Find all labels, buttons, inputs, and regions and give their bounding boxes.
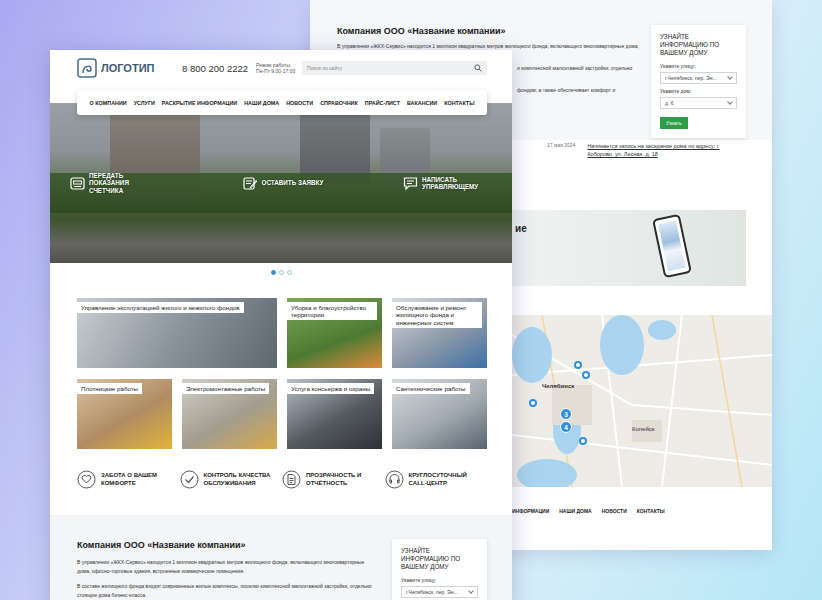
services-grid: Управление эксплуатацией жилого и нежило…: [50, 298, 512, 449]
logo[interactable]: ЛОГОТИП: [77, 58, 182, 78]
service-card[interactable]: Обслуживание и ремонт жилищного фонда и …: [392, 298, 487, 368]
street-select[interactable]: г.Челябинск, пер. Эн...: [660, 72, 737, 84]
site-header: ЛОГОТИП8 800 200 2222 Режим работы:Пн-Пт …: [50, 50, 512, 86]
nav-item[interactable]: РАСКРЫТИЕ ИНФОРМАЦИИ: [162, 100, 237, 106]
front-page-mockup: ЛОГОТИП8 800 200 2222 Режим работы:Пн-Пт …: [50, 50, 512, 600]
carousel-dot[interactable]: [279, 270, 284, 275]
map-cluster[interactable]: 4: [560, 421, 572, 433]
street-label: Укажите улицу:: [401, 577, 478, 583]
map-city-label: Челябинск: [542, 383, 574, 389]
service-card[interactable]: Услуга консьержа и охраны: [287, 379, 382, 449]
quality-icon: [180, 470, 199, 489]
house-form: УЗНАЙТЕ ИНФОРМАЦИЮ ПО ВАШЕМУ ДОМУ Укажите…: [651, 25, 746, 138]
presentation-stage: Компания ООО «Название компании» В управл…: [0, 0, 822, 600]
footer-nav-item[interactable]: НАШИ ДОМА: [559, 508, 591, 514]
nav-item[interactable]: КОНТАКТЫ: [444, 100, 474, 106]
main-nav: О КОМПАНИИ УСЛУГИ РАСКРЫТИЕ ИНФОРМАЦИИ НАШИ…: [77, 90, 487, 115]
nav-item[interactable]: СПРАВОЧНИК: [320, 100, 358, 106]
house-form-title: УЗНАЙТЕ ИНФОРМАЦИЮ ПО ВАШЕМУ ДОМУ: [660, 33, 737, 57]
hero-action[interactable]: НАПИСАТЬ УПРАВЛЯЮЩЕМУ: [403, 176, 496, 191]
footer-nav-item[interactable]: КОНТАКТЫ: [637, 508, 665, 514]
phone-number[interactable]: 8 800 200 2222: [182, 63, 248, 74]
feature-item: ПРОЗРАЧНОСТЬ И ОТЧЁТНОСТЬ: [282, 470, 385, 489]
about-title: Компания ООО «Название компании»: [337, 25, 651, 37]
service-card[interactable]: Электромонтажные работы: [182, 379, 277, 449]
houses-map[interactable]: Челябинск Копейск 34: [512, 315, 772, 487]
nav-item[interactable]: О КОМПАНИИ: [90, 100, 127, 106]
features-row: ЗАБОТА О ВАШЕМ КОМФОРТЕКОНТРОЛЬ КАЧЕСТВА…: [50, 470, 512, 489]
hero-banner: ПЕРЕДАТЬ ПОКАЗАНИЯ СЧЕТЧИКА ОСТАВИТЬ ЗАЯВ…: [50, 103, 512, 263]
street-label: Укажите улицу:: [660, 63, 737, 69]
house-select[interactable]: д. 6: [660, 97, 737, 109]
report-icon: [282, 470, 301, 489]
map-pin-icon[interactable]: [574, 361, 582, 369]
chevron-icon: [468, 588, 474, 594]
hero-action[interactable]: ПЕРЕДАТЬ ПОКАЗАНИЯ СЧЕТЧИКА: [70, 172, 163, 195]
carousel-dots: [50, 263, 512, 281]
nav-item[interactable]: НОВОСТИ: [286, 100, 313, 106]
hero-action[interactable]: ОСТАВИТЬ ЗАЯВКУ: [243, 176, 324, 191]
footer-nav-item[interactable]: ИНФОРМАЦИИ: [512, 508, 549, 514]
map-pin-icon[interactable]: [529, 399, 537, 407]
about-paragraph: В составе жилищного фонда входят совреме…: [77, 582, 376, 599]
feature-item: КРУГЛОСУТОЧНЫЙ CALL-ЦЕНТР: [385, 470, 488, 489]
find-button[interactable]: Узнать: [660, 117, 688, 129]
meter-icon: [70, 176, 85, 191]
feature-item: КОНТРОЛЬ КАЧЕСТВА ОБСЛУЖИВАНИЯ: [180, 470, 283, 489]
carousel-dot[interactable]: [287, 270, 292, 275]
message-icon: [403, 176, 418, 191]
house-form: УЗНАЙТЕ ИНФОРМАЦИЮ ПО ВАШЕМУ ДОМУ Укажите…: [392, 539, 487, 600]
logo-icon: [77, 58, 97, 78]
about-paragraph: В управлении «ЖКХ-Сервис» находится 1 ми…: [77, 558, 376, 575]
footer-nav-item[interactable]: НОВОСТИ: [602, 508, 627, 514]
phone-photo: [652, 214, 692, 279]
carousel-dot[interactable]: [271, 270, 276, 275]
search-icon: [474, 64, 482, 72]
nav-item[interactable]: УСЛУГИ: [134, 100, 155, 106]
work-hours: Режим работы:Пн-Пт 9:00-17:00: [256, 62, 295, 75]
nav-item[interactable]: ПРАЙС-ЛИСТ: [365, 100, 400, 106]
news-date: 17 мая 2024: [547, 142, 575, 210]
app-banner-title: ие: [512, 210, 527, 286]
street-select[interactable]: г.Челябинск, пер. Эн...: [401, 586, 478, 598]
feature-item: ЗАБОТА О ВАШЕМ КОМФОРТЕ: [77, 470, 180, 489]
app-banner: ие: [512, 210, 746, 286]
map-pin-icon[interactable]: [582, 371, 590, 379]
map-background: [512, 315, 772, 487]
call-icon: [385, 470, 404, 489]
house-label: Укажите дом:: [660, 88, 737, 94]
house-form-title: УЗНАЙТЕ ИНФОРМАЦИЮ ПО ВАШЕМУ ДОМУ: [401, 547, 478, 571]
about-section: Компания ООО «Название компании» В управл…: [50, 515, 512, 600]
care-icon: [77, 470, 96, 489]
nav-item[interactable]: НАШИ ДОМА: [244, 100, 279, 106]
chevron-icon: [727, 74, 733, 80]
nav-item[interactable]: ВАКАНСИИ: [407, 100, 437, 106]
map-city-label: Копейск: [632, 426, 654, 432]
news-link[interactable]: Начинается запись на заседание дома по а…: [587, 142, 727, 210]
about-title: Компания ООО «Название компании»: [77, 539, 376, 551]
map-pin-icon[interactable]: [579, 437, 587, 445]
service-card[interactable]: Уборка и благоустройство территории: [287, 298, 382, 368]
search-field[interactable]: Поиск по сайту: [302, 61, 487, 75]
request-icon: [243, 176, 258, 191]
service-card[interactable]: Плотницкие работы: [77, 379, 172, 449]
chevron-icon: [727, 99, 733, 105]
service-card[interactable]: Сантехнические работы: [392, 379, 487, 449]
map-cluster[interactable]: 3: [560, 408, 572, 420]
service-card[interactable]: Управление эксплуатацией жилого и нежило…: [77, 298, 277, 368]
